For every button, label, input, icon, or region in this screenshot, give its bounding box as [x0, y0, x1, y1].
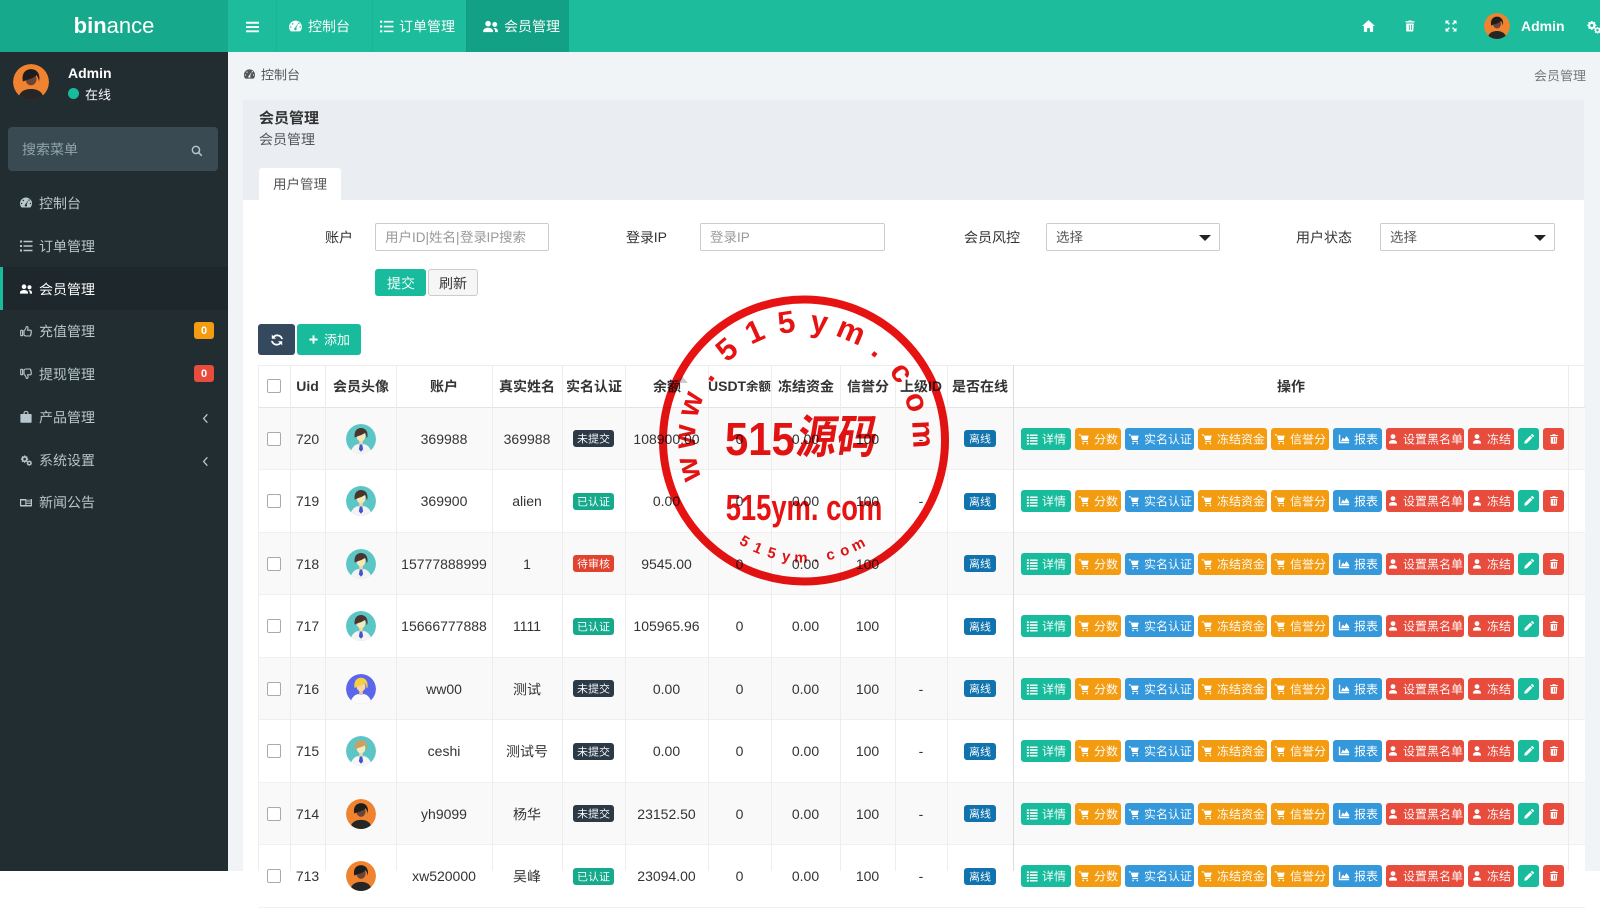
svg-text:1: 1: [750, 539, 764, 558]
svg-text:.: .: [813, 549, 819, 566]
svg-text:m: m: [794, 549, 808, 566]
svg-text:c: c: [824, 546, 836, 564]
svg-text:m: m: [905, 420, 941, 449]
svg-text:w: w: [670, 386, 711, 421]
svg-text:.: .: [865, 332, 894, 365]
svg-text:y: y: [809, 304, 831, 341]
svg-text:y: y: [781, 548, 792, 566]
svg-text:1: 1: [739, 312, 769, 351]
svg-text:5: 5: [775, 304, 797, 341]
svg-text:515: 515: [725, 414, 795, 465]
svg-text:515ym. com: 515ym. com: [726, 487, 883, 528]
svg-text:w: w: [667, 423, 703, 450]
svg-text:5: 5: [765, 544, 778, 563]
svg-text:c: c: [883, 355, 922, 389]
svg-text:5: 5: [709, 330, 745, 368]
svg-text:w: w: [668, 453, 708, 487]
svg-text:o: o: [897, 387, 936, 416]
svg-text:.: .: [688, 361, 722, 388]
svg-text:m: m: [848, 534, 868, 555]
svg-text:5: 5: [736, 532, 752, 551]
